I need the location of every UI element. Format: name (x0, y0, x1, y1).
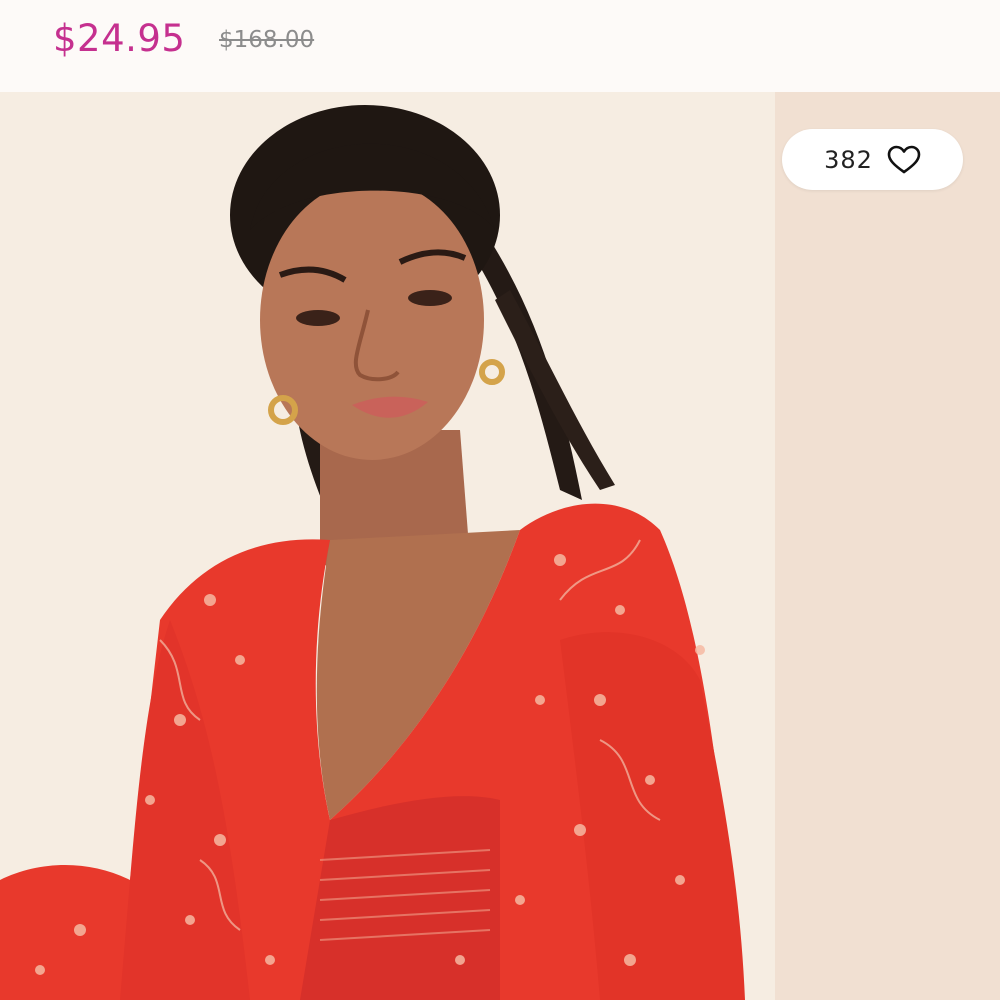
original-price: $168.00 (219, 27, 315, 53)
model-illustration (0, 92, 1000, 1000)
product-photo[interactable] (0, 92, 1000, 1000)
like-count: 382 (824, 145, 873, 174)
sale-price: $24.95 (53, 17, 186, 60)
price-header: $24.95 $168.00 (0, 0, 1000, 92)
like-button[interactable]: 382 (782, 129, 963, 190)
heart-outline-icon (887, 145, 921, 173)
